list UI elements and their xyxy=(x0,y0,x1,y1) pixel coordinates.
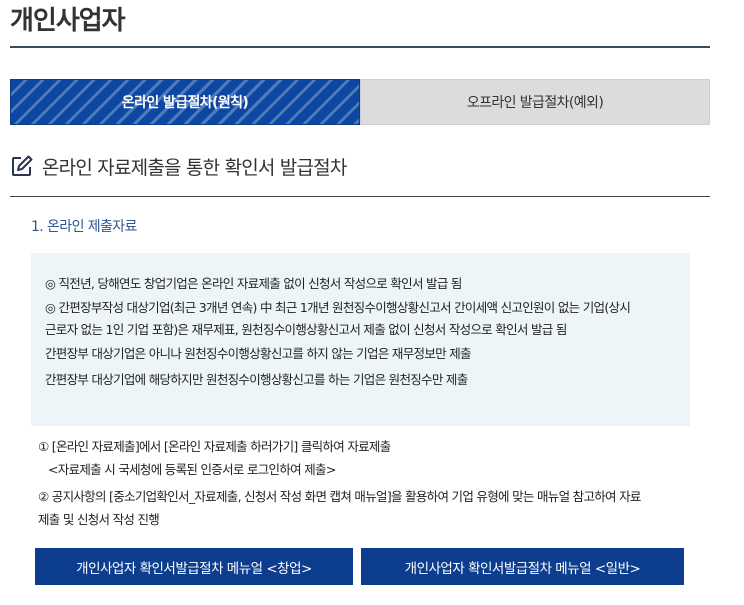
info-line-simple-bookkeeping: ◎ 간편장부작성 대상기업(최근 3개년 연속) 中 최근 1개년 원천징수이행… xyxy=(45,300,631,315)
info-line-financial-only: 간편장부 대상기업은 아니나 원천징수이행상황신고를 하지 않는 기업은 재무정… xyxy=(45,346,471,361)
manual-general-button[interactable]: 개인사업자 확인서발급절차 메뉴얼 <일반> xyxy=(361,548,684,585)
step-1: ① [온라인 자료제출]에서 [온라인 자료제출 하러가기] 클릭하여 자료제출 xyxy=(38,439,391,454)
tab-offline-procedure[interactable]: 오프라인 발급절차(예외) xyxy=(360,79,710,125)
tab-online-procedure[interactable]: 온라인 발급절차(원칙) xyxy=(10,79,360,125)
online-submission-subheading: 1. 온라인 제출자료 xyxy=(31,219,137,235)
info-line-startup: ◎ 직전년, 당해연도 창업기업은 온라인 자료제출 없이 신청서 작성으로 확… xyxy=(45,276,462,291)
section-divider xyxy=(10,196,710,197)
section-heading: 온라인 자료제출을 통한 확인서 발급절차 xyxy=(10,152,347,180)
procedure-steps: ① [온라인 자료제출]에서 [온라인 자료제출 하러가기] 클릭하여 자료제출… xyxy=(38,435,698,531)
edit-icon xyxy=(10,154,34,178)
step-1-note: <자료제출 시 국세청에 등록된 인증서로 로그인하여 제출> xyxy=(48,462,336,477)
step-2-cont: 제출 및 신청서 작성 진행 xyxy=(38,512,160,527)
info-line-withholding-only: 간편장부 대상기업에 해당하지만 원천징수이행상황신고를 하는 기업은 원천징수… xyxy=(45,372,468,387)
title-divider xyxy=(10,46,710,48)
step-2: ② 공지사항의 [중소기업확인서_자료제출, 신청서 작성 화면 캡쳐 매뉴얼]… xyxy=(38,489,641,504)
info-box: ◎ 직전년, 당해연도 창업기업은 온라인 자료제출 없이 신청서 작성으로 확… xyxy=(31,253,690,426)
manual-startup-button[interactable]: 개인사업자 확인서발급절차 메뉴얼 <창업> xyxy=(35,548,353,585)
info-line-simple-bookkeeping-cont: 근로자 없는 1인 기업 포함)은 재무제표, 원천징수이행상황신고서 제출 없… xyxy=(45,322,567,337)
page-title: 개인사업자 xyxy=(10,6,126,36)
section-heading-text: 온라인 자료제출을 통한 확인서 발급절차 xyxy=(42,156,347,179)
procedure-tabs: 온라인 발급절차(원칙) 오프라인 발급절차(예외) xyxy=(10,79,710,125)
